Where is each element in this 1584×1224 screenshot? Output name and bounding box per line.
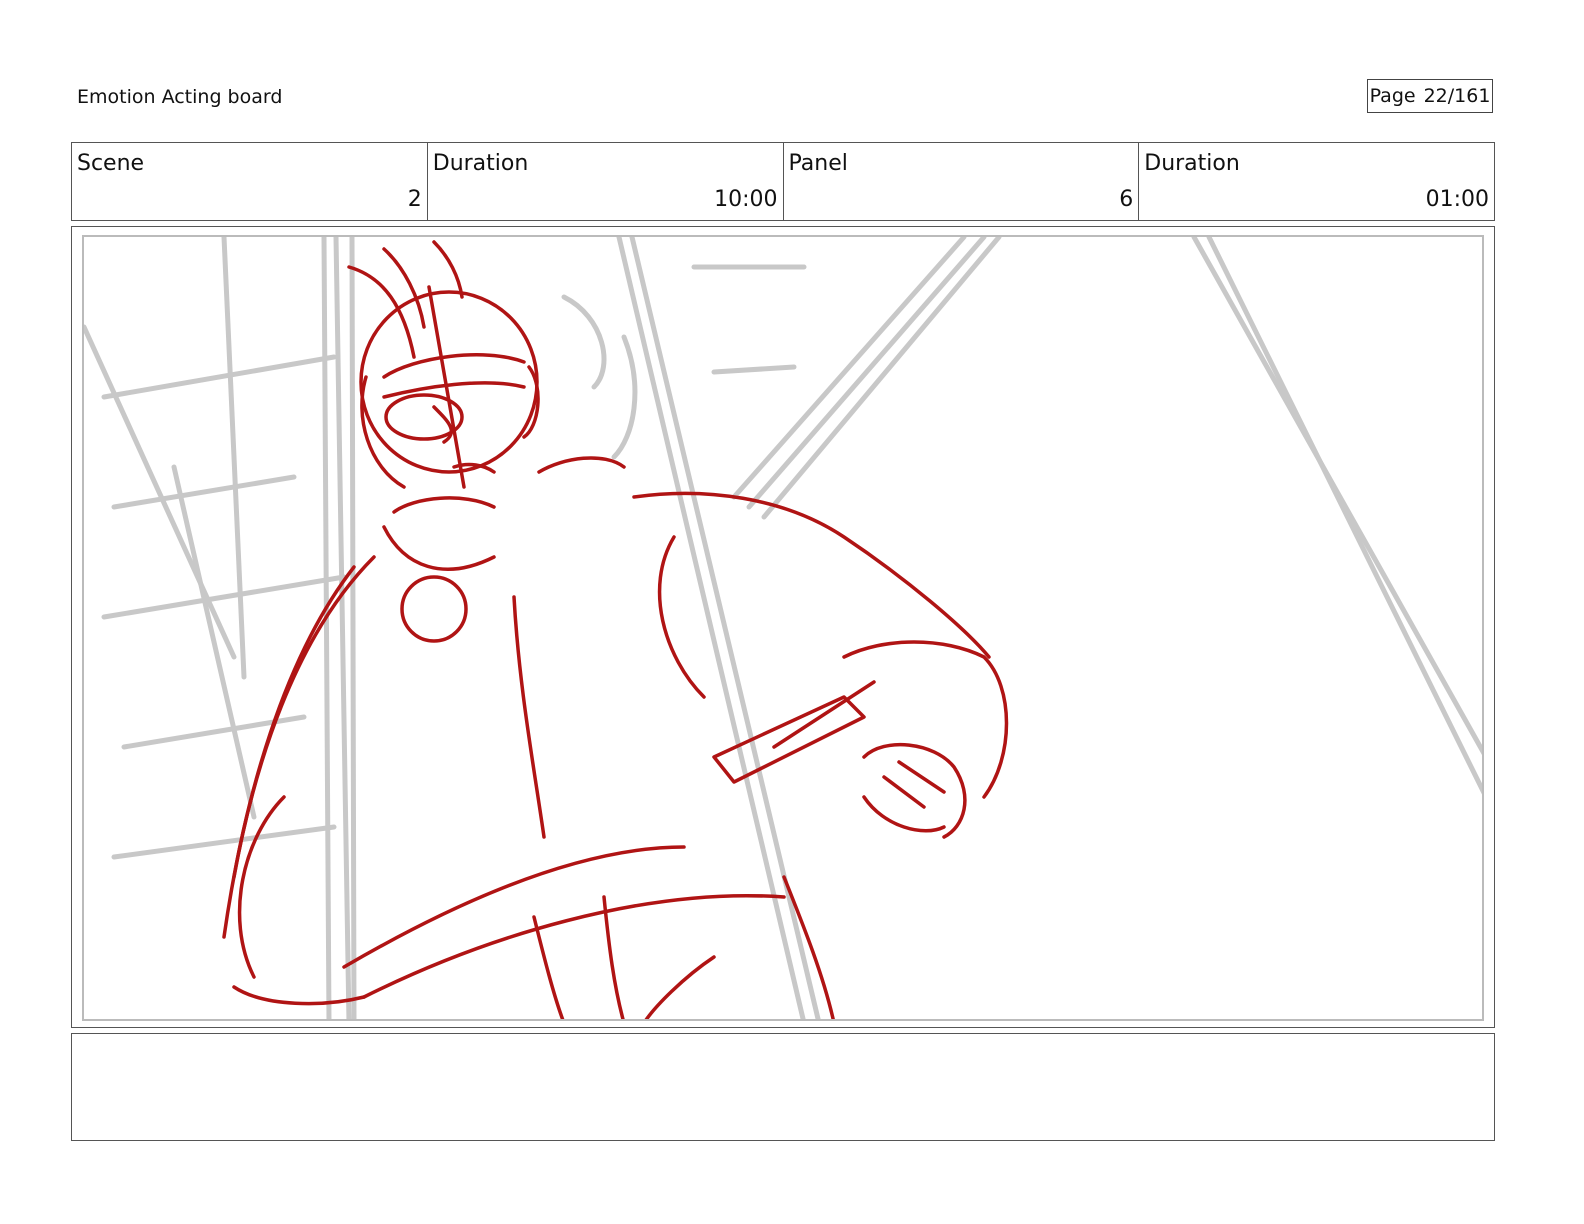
storyboard-sketch <box>84 237 1482 1019</box>
panel-cell: Panel 6 <box>784 143 1140 220</box>
panel-info-row: Scene 2 Duration 10:00 Panel 6 Duration … <box>71 142 1495 221</box>
panel-duration-value[interactable]: 01:00 <box>1426 187 1489 212</box>
scene-duration-label: Duration <box>432 151 529 176</box>
scene-duration-cell: Duration 10:00 <box>428 143 784 220</box>
panel-frame <box>71 226 1495 1028</box>
panel-duration-cell: Duration 01:00 <box>1139 143 1494 220</box>
notes-box[interactable] <box>71 1033 1495 1141</box>
page-label: Page <box>1369 85 1416 107</box>
scene-cell: Scene 2 <box>72 143 428 220</box>
scene-duration-value[interactable]: 10:00 <box>714 187 777 212</box>
medallion <box>400 575 468 643</box>
background-rough-lines <box>84 237 1482 1019</box>
page-indicator: Page 22/161 <box>1367 79 1493 113</box>
scene-label: Scene <box>77 151 145 176</box>
panel-label: Panel <box>788 151 848 176</box>
board-title: Emotion Acting board <box>77 86 283 108</box>
panel-duration-label: Duration <box>1144 151 1240 176</box>
character-head <box>359 290 539 474</box>
page-number: 22/161 <box>1423 85 1491 107</box>
storyboard-panel[interactable] <box>82 235 1484 1021</box>
scene-value[interactable]: 2 <box>408 187 422 212</box>
panel-value[interactable]: 6 <box>1119 187 1133 212</box>
